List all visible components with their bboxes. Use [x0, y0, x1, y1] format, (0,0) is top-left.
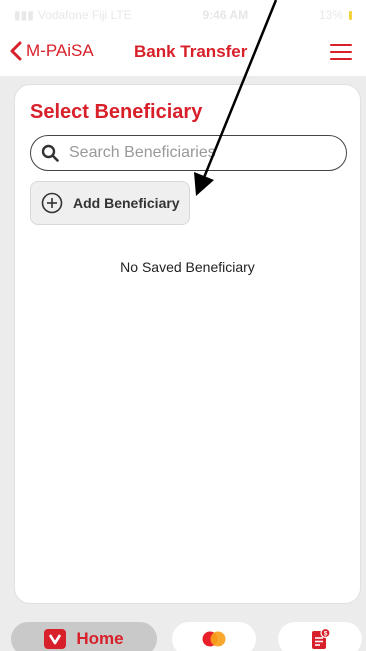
- bottom-tab-bar: Home $: [0, 614, 366, 651]
- search-icon: [41, 144, 59, 162]
- clock-text: 9:46 AM: [202, 8, 249, 22]
- add-beneficiary-button[interactable]: Add Beneficiary: [30, 181, 190, 225]
- battery-text: 13%: [318, 8, 343, 22]
- home-logo-icon: [44, 629, 67, 649]
- nav-bar: M-PAiSA Bank Transfer: [0, 30, 366, 76]
- section-title: Select Beneficiary: [30, 101, 203, 123]
- hamburger-menu-icon[interactable]: [330, 44, 352, 62]
- mastercard-icon: [202, 631, 226, 647]
- status-bar: ▮▮▮ Vodafone Fiji LTE 9:46 AM 13%: [0, 0, 366, 30]
- search-input[interactable]: [69, 144, 329, 162]
- beneficiary-card: Select Beneficiary Add Beneficiary No Sa…: [14, 84, 361, 604]
- battery-group: 13%: [319, 8, 352, 22]
- page-title: Bank Transfer: [134, 42, 248, 61]
- signal-icon: ▮▮▮: [14, 8, 34, 22]
- chevron-left-icon: [10, 41, 22, 61]
- back-button[interactable]: M-PAiSA: [10, 41, 94, 61]
- svg-text:$: $: [324, 630, 328, 637]
- add-beneficiary-label: Add Beneficiary: [73, 195, 180, 211]
- search-box[interactable]: [30, 135, 347, 171]
- receipt-icon: $: [312, 627, 331, 649]
- plus-circle-icon: [41, 192, 63, 214]
- home-label: Home: [76, 629, 124, 648]
- carrier-group: ▮▮▮ Vodafone Fiji LTE: [14, 8, 132, 22]
- tab-cards[interactable]: [172, 622, 256, 651]
- empty-state-message: No Saved Beneficiary: [120, 259, 255, 275]
- carrier-text: Vodafone Fiji LTE: [37, 8, 132, 22]
- battery-icon: [348, 10, 352, 20]
- tab-receipts[interactable]: $: [278, 622, 362, 651]
- back-label: M-PAiSA: [26, 41, 94, 60]
- tab-home[interactable]: Home: [11, 622, 157, 651]
